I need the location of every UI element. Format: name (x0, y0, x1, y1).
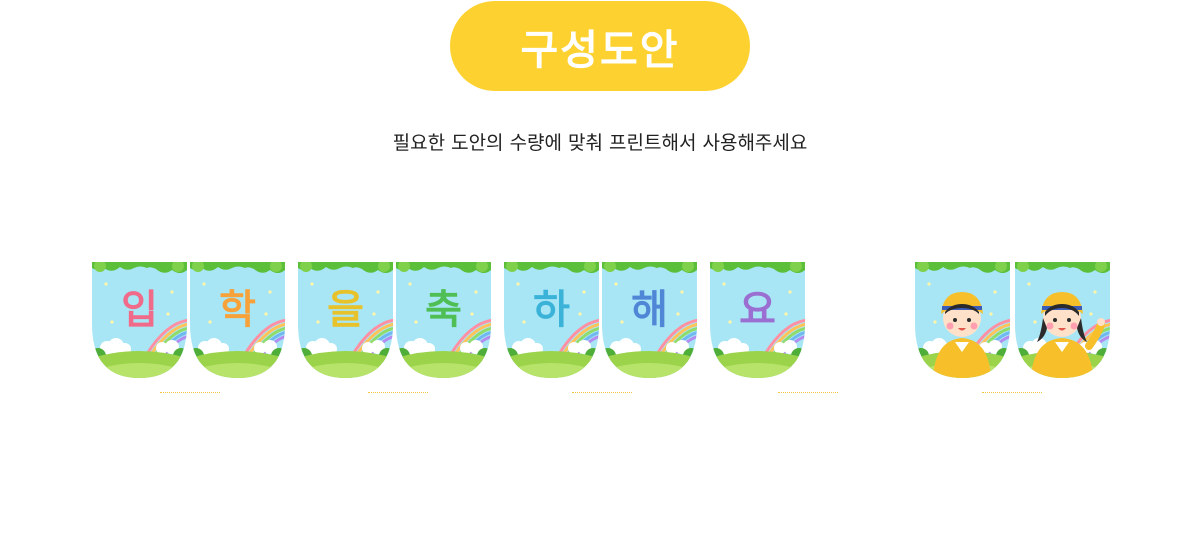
flag-letter-text: 을 (327, 287, 365, 334)
print-credit-line (368, 392, 428, 396)
flag-letter-6: 해 (602, 262, 697, 378)
flag-character-boy (915, 262, 1010, 378)
print-credit-line (572, 392, 632, 396)
boy-in-yellow-raincoat-icon (915, 262, 1010, 378)
flag-letter-1: 입 (92, 262, 187, 378)
flag-letter-text: 입 (121, 287, 159, 334)
girl-in-yellow-raincoat-icon (1015, 262, 1110, 378)
flag-letter-text: 하 (533, 287, 571, 334)
flag-letter-7: 요 (710, 262, 805, 378)
flag-letter-text: 해 (631, 287, 669, 334)
flag-letter-text: 요 (739, 287, 777, 334)
flag-letter-4: 축 (396, 262, 491, 378)
print-credit-line (160, 392, 220, 396)
flag-letter-text: 학 (219, 287, 257, 334)
flag-letter-5: 하 (504, 262, 599, 378)
print-credit-line (778, 392, 838, 396)
flag-character-girl (1015, 262, 1110, 378)
title-badge-text: 구성도안 (520, 26, 680, 74)
title-badge: 구성도안 (450, 1, 750, 91)
subtitle: 필요한 도안의 수량에 맞춰 프린트해서 사용해주세요 (392, 132, 808, 154)
print-credit-line (982, 392, 1042, 396)
flag-letter-3: 을 (298, 262, 393, 378)
flag-letter-text: 축 (425, 287, 463, 334)
flag-letter-2: 학 (190, 262, 285, 378)
